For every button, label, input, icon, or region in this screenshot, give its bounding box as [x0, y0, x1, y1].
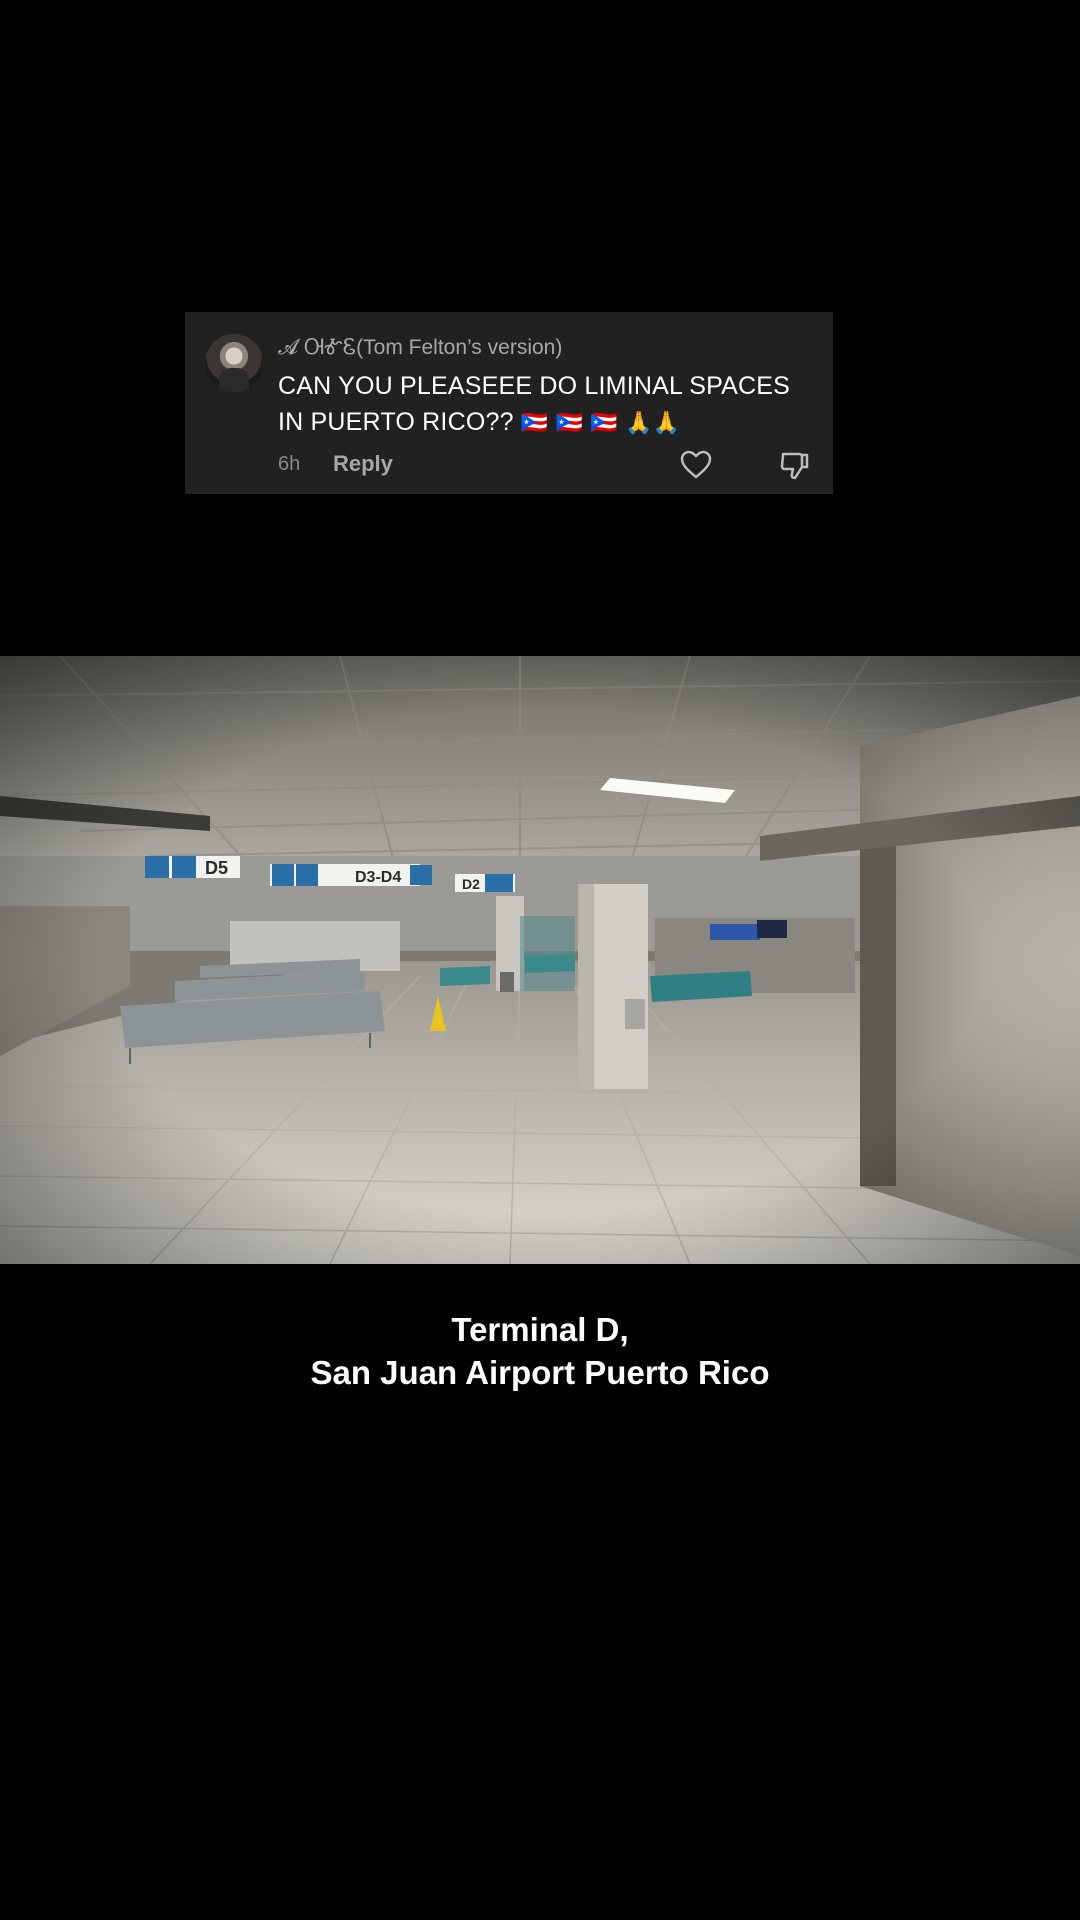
comment-username[interactable]: 𝓐 ᎺᎹᏋ(Tom Felton’s version): [278, 336, 562, 360]
comment-text: CAN YOU PLEASEEE DO LIMINAL SPACES IN PU…: [278, 368, 818, 442]
heart-icon[interactable]: [680, 450, 712, 480]
comment-timestamp: 6h: [278, 453, 301, 475]
video-frame[interactable]: D5 D3-D4 D2: [0, 656, 1080, 1264]
reply-button[interactable]: Reply: [333, 451, 393, 477]
caption-line-1: Terminal D,: [451, 1311, 629, 1348]
comment-emoji: 🇵🇷 🇵🇷 🇵🇷 🙏🙏: [520, 411, 681, 436]
video-caption: Terminal D, San Juan Airport Puerto Rico: [0, 1308, 1080, 1394]
avatar[interactable]: [205, 334, 263, 392]
comment-card: 𝓐 ᎺᎹᏋ(Tom Felton’s version) CAN YOU PLEA…: [185, 312, 833, 494]
thumbs-down-icon[interactable]: [779, 450, 811, 482]
terminal-scene: D5 D3-D4 D2: [0, 656, 1080, 1264]
caption-line-2: San Juan Airport Puerto Rico: [310, 1354, 770, 1391]
